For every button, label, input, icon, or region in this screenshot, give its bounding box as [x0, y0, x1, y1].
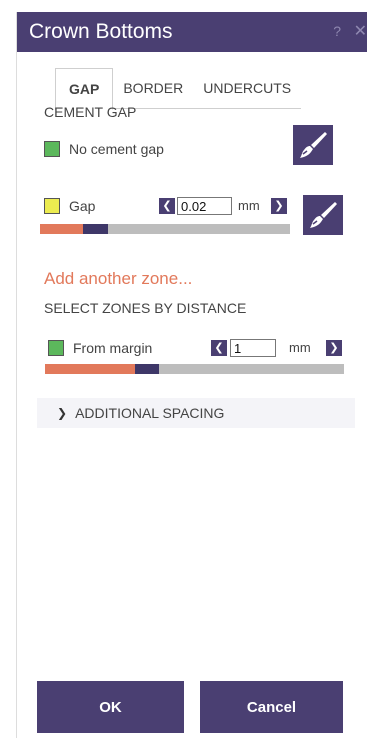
- chevron-right-icon: ❯: [57, 406, 68, 420]
- tab-undercuts[interactable]: UNDERCUTS: [193, 68, 301, 108]
- gap-label: Gap: [69, 198, 96, 214]
- gap-increase-button[interactable]: ❯: [271, 198, 287, 214]
- margin-distance-bar[interactable]: [45, 364, 344, 374]
- ok-button[interactable]: OK: [37, 681, 184, 733]
- paint-brush-icon: [310, 202, 337, 228]
- gap-color-swatch[interactable]: [44, 198, 60, 214]
- title-bar: Crown Bottoms ? ✕: [17, 12, 367, 52]
- gap-value-input[interactable]: 0.02: [177, 197, 232, 215]
- gap-zone-bar[interactable]: [40, 224, 290, 234]
- margin-increase-button[interactable]: ❯: [326, 340, 342, 356]
- close-icon[interactable]: ✕: [354, 21, 367, 41]
- from-margin-color-swatch[interactable]: [48, 340, 64, 356]
- paint-brush-button-no-gap[interactable]: [293, 125, 333, 165]
- gap-unit: mm: [238, 198, 260, 213]
- margin-bar-fill-red: [45, 364, 135, 374]
- margin-unit: mm: [289, 340, 311, 355]
- cancel-button[interactable]: Cancel: [200, 681, 343, 733]
- gap-decrease-button[interactable]: ❮: [159, 198, 175, 214]
- help-icon[interactable]: ?: [333, 23, 341, 39]
- tab-bar: GAP BORDER UNDERCUTS: [55, 68, 302, 110]
- margin-value-input[interactable]: 1: [230, 339, 276, 357]
- additional-spacing-label: ADDITIONAL SPACING: [75, 405, 225, 421]
- no-gap-label: No cement gap: [69, 141, 164, 157]
- window-title: Crown Bottoms: [29, 20, 173, 43]
- tab-border[interactable]: BORDER: [113, 68, 193, 108]
- cement-gap-title: CEMENT GAP: [44, 104, 137, 120]
- paint-brush-icon: [300, 132, 327, 158]
- no-gap-color-swatch[interactable]: [44, 141, 60, 157]
- additional-spacing-accordion[interactable]: ❯ ADDITIONAL SPACING: [37, 398, 355, 428]
- margin-decrease-button[interactable]: ❮: [211, 340, 227, 356]
- add-zone-link[interactable]: Add another zone...: [44, 269, 192, 289]
- gap-bar-fill-dark: [82, 224, 108, 234]
- paint-brush-button-gap[interactable]: [303, 195, 343, 235]
- margin-bar-fill-dark: [134, 364, 159, 374]
- select-zones-title: SELECT ZONES BY DISTANCE: [44, 300, 247, 316]
- from-margin-label: From margin: [73, 340, 153, 356]
- crown-bottoms-panel: Crown Bottoms ? ✕ GAP BORDER UNDERCUTS C…: [17, 12, 367, 738]
- gap-bar-fill-red: [40, 224, 83, 234]
